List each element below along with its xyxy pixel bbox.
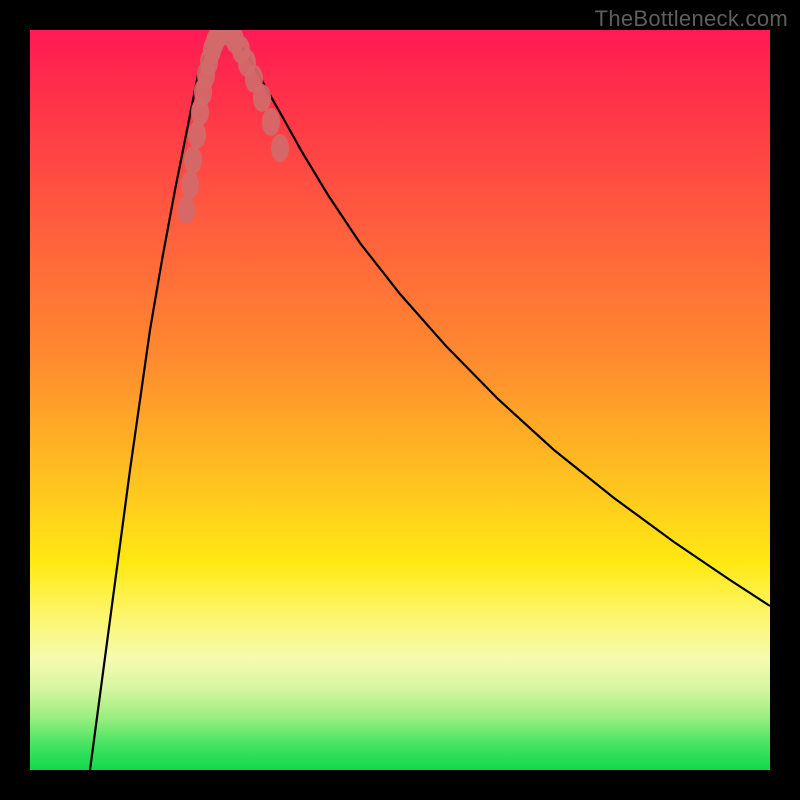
marker-point bbox=[226, 30, 244, 54]
marker-point bbox=[197, 61, 215, 89]
curve-right-branch bbox=[223, 30, 770, 606]
chart-frame: TheBottleneck.com bbox=[0, 0, 800, 800]
marker-point bbox=[206, 30, 224, 56]
marker-point bbox=[216, 30, 234, 44]
marker-point bbox=[262, 108, 280, 136]
marker-point bbox=[209, 30, 227, 50]
marker-point bbox=[245, 65, 263, 93]
marker-point bbox=[200, 48, 218, 76]
watermark-text: TheBottleneck.com bbox=[595, 6, 788, 32]
curve-left-branch bbox=[90, 30, 223, 770]
marker-point bbox=[203, 36, 221, 64]
marker-point bbox=[214, 30, 232, 44]
marker-point bbox=[177, 196, 195, 224]
curve-layer bbox=[30, 30, 770, 770]
plot-area bbox=[30, 30, 770, 770]
marker-point bbox=[212, 30, 230, 46]
marker-point bbox=[221, 30, 239, 47]
marker-point bbox=[181, 171, 199, 199]
marker-point bbox=[232, 36, 250, 64]
marker-point bbox=[194, 78, 212, 106]
marker-point bbox=[188, 121, 206, 149]
marker-point bbox=[191, 98, 209, 126]
marker-point bbox=[238, 49, 256, 77]
marker-point bbox=[253, 84, 271, 112]
marker-point bbox=[271, 134, 289, 162]
marker-point bbox=[184, 146, 202, 174]
